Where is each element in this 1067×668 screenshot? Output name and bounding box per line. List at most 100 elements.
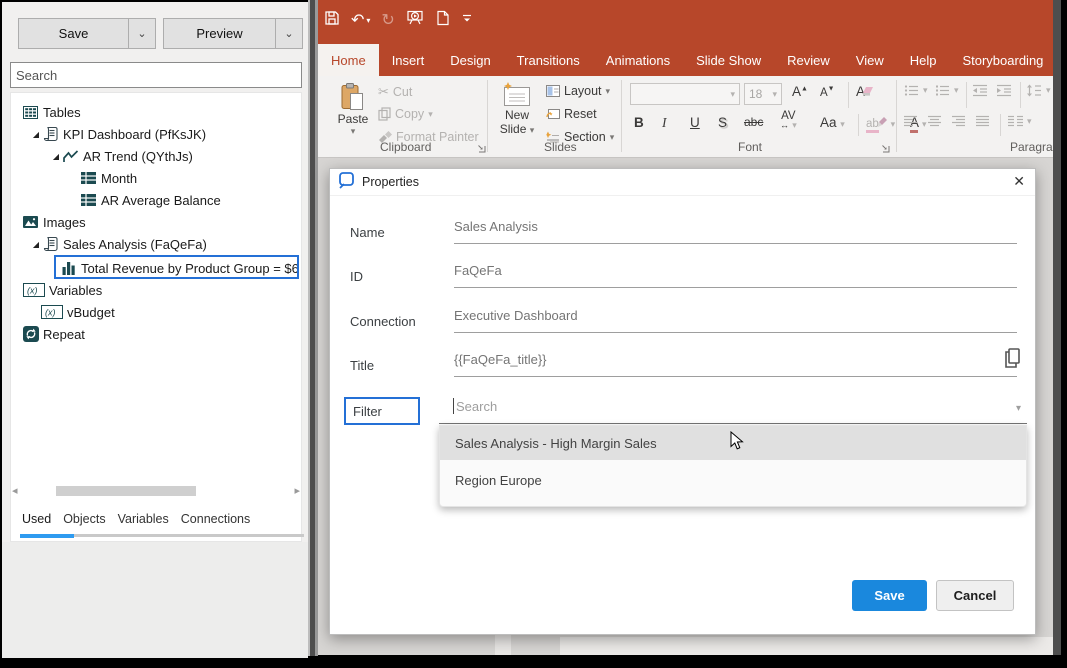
close-icon[interactable]: ✕ (1013, 173, 1025, 190)
tab-connections[interactable]: Connections (181, 512, 251, 534)
ribbon-tab-insert[interactable]: Insert (379, 44, 438, 76)
dialog-cancel-button[interactable]: Cancel (936, 580, 1014, 611)
filter-search-input[interactable] (454, 398, 994, 415)
new-document-icon[interactable] (435, 10, 450, 31)
new-slide-button[interactable]: New Slide ▾ (494, 82, 540, 136)
ribbon-tab-transitions[interactable]: Transitions (504, 44, 593, 76)
ribbon-tab-design[interactable]: Design (437, 44, 503, 76)
tree-item-ar-trend[interactable]: ◢ AR Trend (QYthJs) (11, 145, 301, 167)
expander-icon[interactable]: ◢ (29, 130, 43, 139)
tab-used[interactable]: Used (22, 512, 51, 534)
preview-dropdown[interactable]: ⌄ (275, 19, 302, 48)
bold-button[interactable]: B (634, 115, 644, 130)
tree-item-total-revenue[interactable]: Total Revenue by Product Group = $6 (11, 257, 301, 279)
increase-indent-button (996, 84, 1012, 97)
tree-item-sales-analysis[interactable]: ◢ Sales Analysis (FaQeFa) (11, 233, 301, 255)
svg-text:(x): (x) (45, 308, 56, 318)
tree-horizontal-scrollbar[interactable]: ◂ ▸ (10, 484, 302, 498)
clear-formatting-button[interactable]: A (856, 84, 873, 99)
tree-item-repeat[interactable]: Repeat (11, 323, 301, 345)
text-shadow-button[interactable]: S (718, 115, 727, 130)
tree-item-label: Tables (43, 105, 81, 120)
tree-item-ar-average-balance[interactable]: AR Average Balance (11, 189, 301, 211)
cut-label: Cut (393, 85, 412, 99)
dropdown-arrow-icon[interactable]: ▾ (1016, 403, 1021, 414)
italic-button[interactable]: I (662, 115, 667, 131)
expander-icon[interactable]: ◢ (29, 240, 43, 249)
dialog-save-button[interactable]: Save (852, 580, 927, 611)
window-right-edge (1053, 0, 1061, 655)
reset-button[interactable]: Reset (546, 107, 597, 121)
chevron-down-icon: ⌄ (137, 27, 146, 40)
new-slide-label-2: Slide (500, 122, 527, 136)
save-split-button[interactable]: Save ⌄ (18, 18, 156, 49)
align-left-button (904, 115, 918, 127)
tab-objects[interactable]: Objects (63, 512, 105, 534)
scissors-icon: ✂ (378, 84, 389, 100)
filter-option-high-margin-sales[interactable]: Sales Analysis - High Margin Sales (440, 426, 1026, 460)
ribbon-tab-help[interactable]: Help (897, 44, 950, 76)
copy-button: Copy ▾ (378, 107, 433, 121)
preview-button-label[interactable]: Preview (164, 19, 275, 48)
copy-title-icon[interactable] (1002, 347, 1022, 374)
paste-button[interactable]: Paste ▾ (332, 82, 374, 137)
font-group-label: Font (738, 140, 762, 154)
field-value-connection[interactable]: Executive Dashboard (454, 308, 1017, 333)
redo-glyph: ↻ (381, 12, 394, 29)
decrease-font-size-button[interactable]: A▼ (820, 84, 835, 99)
filter-search-field[interactable]: ▾ (439, 393, 1027, 424)
increase-font-size-button[interactable]: A▲ (792, 84, 808, 99)
expander-icon[interactable]: ◢ (49, 152, 63, 161)
underline-button[interactable]: U (690, 115, 700, 130)
scrollbar-thumb[interactable] (56, 486, 196, 496)
start-slideshow-icon[interactable] (406, 9, 424, 31)
field-value-id[interactable]: FaQeFa (454, 263, 1017, 288)
layout-label: Layout (564, 84, 602, 98)
ribbon-tab-home[interactable]: Home (318, 44, 379, 76)
tree-item-tables[interactable]: Tables (11, 101, 301, 123)
customize-qat-icon[interactable] (461, 11, 473, 29)
ribbon-tab-review[interactable]: Review (774, 44, 843, 76)
layout-button[interactable]: Layout ▾ (546, 84, 610, 98)
save-button-label[interactable]: Save (19, 19, 128, 48)
scroll-right-icon[interactable]: ▸ (294, 485, 300, 497)
character-spacing-button[interactable]: AV ↔ ▾ (780, 112, 797, 130)
field-value-name[interactable]: Sales Analysis (454, 219, 1017, 244)
caret-down-icon: ▾ (792, 120, 797, 130)
field-value-title[interactable]: {{FaQeFa_title}} (454, 352, 1017, 377)
tree-item-kpi-dashboard[interactable]: ◢ KPI Dashboard (PfKsJK) (11, 123, 301, 145)
save-dropdown[interactable]: ⌄ (128, 19, 155, 48)
tree-item-vbudget[interactable]: (x) vBudget (11, 301, 301, 323)
clipboard-dialog-launcher-icon[interactable] (476, 140, 486, 158)
tab-variables[interactable]: Variables (118, 512, 169, 534)
preview-split-button[interactable]: Preview ⌄ (163, 18, 303, 49)
tree-item-month[interactable]: Month (11, 167, 301, 189)
columns-button: ▾ (1008, 115, 1032, 127)
strikethrough-button[interactable]: abc (744, 115, 763, 129)
tree-item-images[interactable]: Images (11, 211, 301, 233)
tree-item-label: vBudget (67, 305, 115, 320)
ribbon-tab-animations[interactable]: Animations (593, 44, 683, 76)
change-case-button[interactable]: Aa ▾ (820, 115, 845, 130)
scroll-icon (43, 236, 63, 252)
tree-item-label: Images (43, 215, 86, 230)
filter-option-region-europe[interactable]: Region Europe (440, 460, 1026, 501)
dialog-title: Properties (362, 175, 419, 189)
caret-down-icon: ▾ (1027, 116, 1032, 127)
ribbon-tab-storyboarding[interactable]: Storyboarding (949, 44, 1053, 76)
panel-tab-bar: Used Objects Variables Connections (10, 512, 302, 534)
ribbon-tab-view[interactable]: View (843, 44, 897, 76)
panel-search-input[interactable] (10, 62, 302, 88)
table-icon (81, 172, 101, 184)
tree-item-variables[interactable]: (x) Variables (11, 279, 301, 301)
caret-down-icon[interactable]: ▾ (366, 16, 370, 25)
slides-group-label: Slides (544, 140, 577, 154)
image-icon (23, 216, 43, 228)
updown-icon: ↔ (780, 120, 789, 130)
save-file-icon[interactable] (324, 10, 340, 31)
ribbon-tab-slideshow[interactable]: Slide Show (683, 44, 774, 76)
font-dialog-launcher-icon[interactable] (880, 140, 890, 158)
justify-button (976, 115, 990, 127)
undo-icon[interactable]: ↶ ▾ (351, 10, 370, 30)
scroll-left-icon[interactable]: ◂ (12, 485, 18, 497)
